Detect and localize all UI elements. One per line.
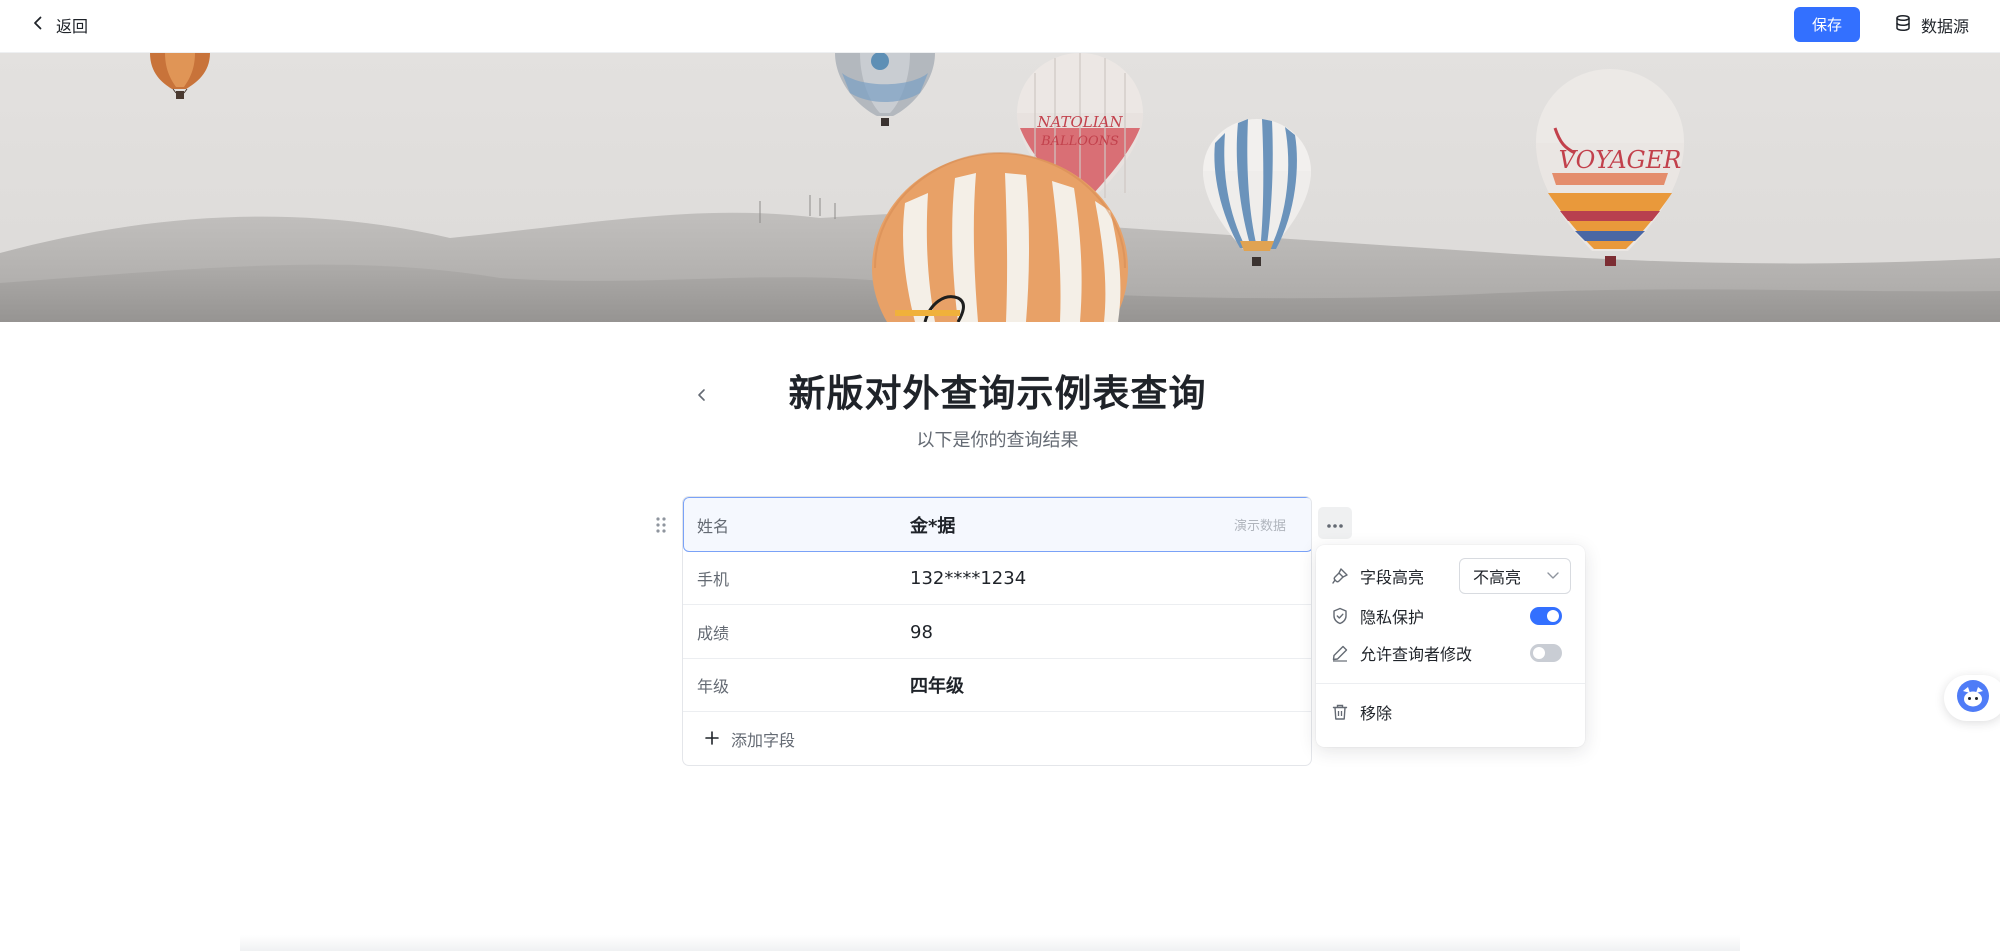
privacy-protection-label: 隐私保护	[1360, 608, 1425, 627]
plus-icon	[705, 730, 719, 749]
balloon-text-2: VOYAGER	[1559, 146, 1682, 174]
toggle-knob	[1533, 647, 1545, 659]
save-button[interactable]: 保存	[1794, 7, 1860, 42]
field-options-popover: 字段高亮 不高亮 隐私保护 允许查询者修改 移除	[1316, 545, 1585, 747]
field-value: 金*据	[910, 515, 956, 537]
field-label: 姓名	[697, 516, 730, 536]
bottom-shadow	[240, 935, 1740, 951]
privacy-toggle[interactable]	[1530, 607, 1562, 625]
assistant-avatar-icon	[1956, 679, 1990, 717]
allow-edit-toggle[interactable]	[1530, 644, 1562, 662]
field-row-grade[interactable]: 年级 四年级	[683, 659, 1311, 712]
field-value: 四年级	[910, 676, 964, 697]
field-row-name[interactable]: 姓名 金*据 演示数据	[683, 497, 1311, 552]
more-options-button[interactable]	[1318, 507, 1352, 539]
add-field-label: 添加字段	[731, 731, 796, 750]
ellipsis-icon	[1326, 514, 1344, 533]
field-label: 成绩	[697, 624, 730, 643]
drag-handle-icon[interactable]	[654, 515, 668, 535]
field-highlight-label: 字段高亮	[1360, 568, 1425, 587]
back-button[interactable]: 返回	[30, 12, 88, 38]
field-value: 132****1234	[910, 567, 1027, 589]
toggle-knob	[1547, 610, 1559, 622]
field-row-score[interactable]: 成绩 98	[683, 606, 1311, 659]
allow-edit-option: 允许查询者修改	[1330, 638, 1575, 668]
brush-icon	[1330, 566, 1350, 586]
result-card: 姓名 金*据 演示数据 手机 132****1234 成绩 98 年级 四年级 …	[682, 496, 1312, 766]
datasource-button[interactable]: 数据源	[1894, 12, 1969, 38]
balloon-text-1: NATOLIAN	[1036, 113, 1123, 131]
datasource-label: 数据源	[1921, 17, 1970, 36]
divider	[1316, 683, 1585, 684]
trash-icon	[1330, 702, 1350, 722]
page-subtitle: 以下是你的查询结果	[916, 430, 1079, 451]
field-label: 手机	[697, 570, 730, 589]
back-label: 返回	[56, 17, 89, 36]
privacy-protection-option: 隐私保护	[1330, 601, 1575, 631]
add-field-button[interactable]: 添加字段	[683, 713, 1311, 765]
remove-option[interactable]: 移除	[1330, 697, 1575, 727]
database-icon	[1894, 14, 1912, 36]
assistant-button[interactable]	[1944, 675, 2000, 721]
allow-edit-label: 允许查询者修改	[1360, 645, 1473, 664]
demo-data-tag: 演示数据	[1233, 519, 1286, 534]
highlight-select[interactable]: 不高亮	[1459, 558, 1571, 594]
svg-text:BALLOONS: BALLOONS	[1040, 134, 1119, 149]
cover-banner: NATOLIAN BALLOONS VOYAGER	[0, 53, 2000, 322]
remove-label: 移除	[1360, 704, 1393, 723]
page-title: 新版对外查询示例表查询	[788, 372, 1207, 415]
chevron-left-icon	[30, 15, 46, 35]
pencil-icon	[1330, 643, 1350, 663]
top-bar: 返回 保存 数据源	[0, 0, 2000, 53]
field-row-phone[interactable]: 手机 132****1234	[683, 552, 1311, 605]
hot-air-balloons-image: NATOLIAN BALLOONS VOYAGER	[0, 53, 2000, 322]
field-label: 年级	[697, 677, 730, 696]
field-value: 98	[910, 621, 933, 643]
highlight-select-value: 不高亮	[1473, 568, 1522, 587]
shield-icon	[1330, 606, 1350, 626]
